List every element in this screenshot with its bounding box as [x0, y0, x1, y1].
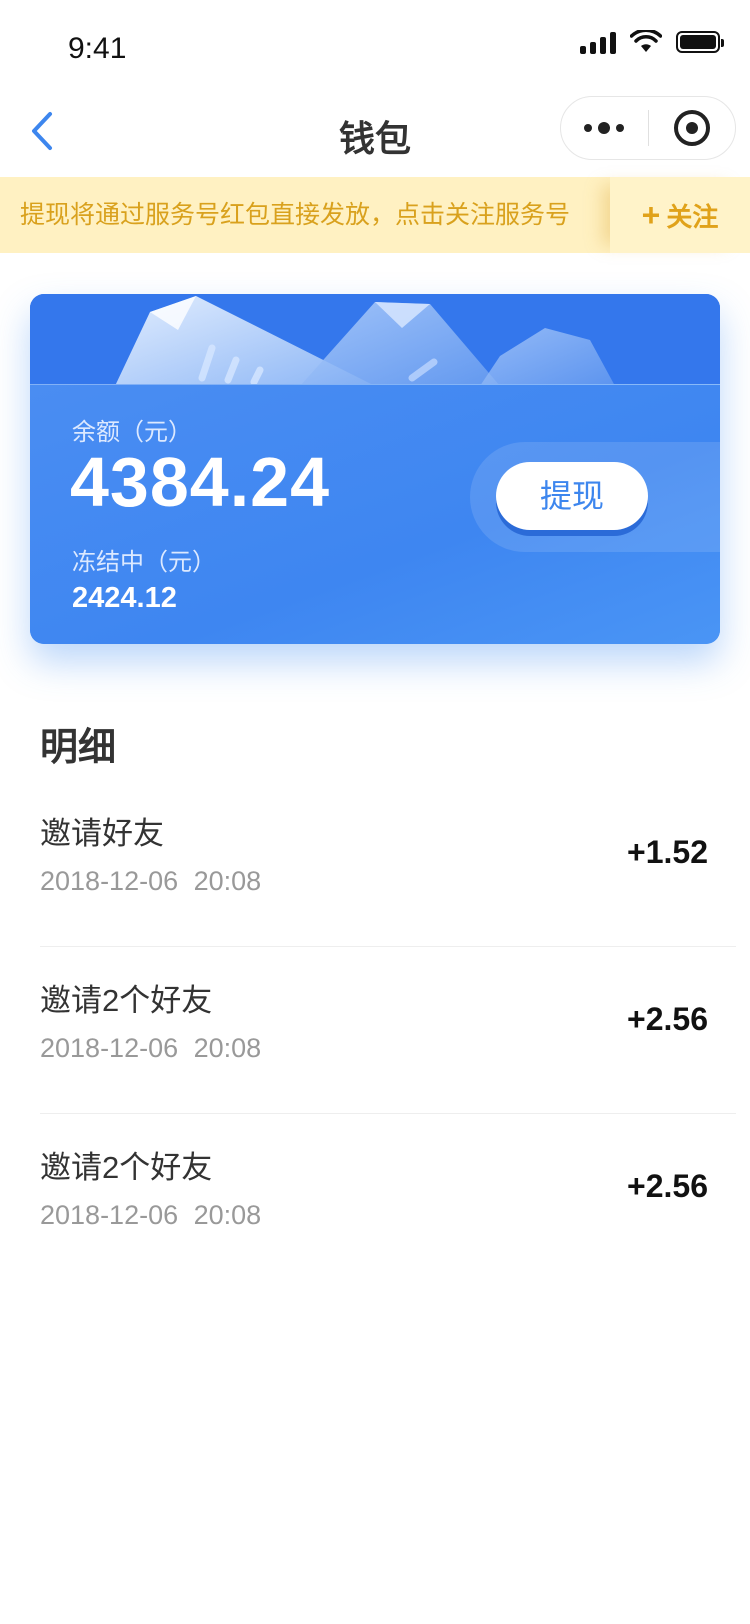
- mountain-illustration: [115, 296, 615, 386]
- follow-label: 关注: [666, 201, 719, 232]
- target-icon: [673, 110, 710, 146]
- item-name: 邀请好友: [40, 816, 164, 851]
- item-date: 2018-12-06 20:08: [40, 1033, 262, 1063]
- nav-bar: 钱包: [0, 88, 750, 178]
- item-date: 2018-12-06 20:08: [40, 866, 262, 896]
- mini-program-capsule: [560, 96, 736, 160]
- plus-icon: +: [641, 197, 661, 233]
- more-dots-icon: [584, 122, 625, 134]
- status-time: 9:41: [68, 32, 127, 65]
- close-button[interactable]: [649, 97, 736, 159]
- wallet-card: 余额（元） 4384.24 冻结中（元） 2424.12 提现: [30, 294, 720, 644]
- list-item: 邀请好友 2018-12-06 20:08 +1.52: [40, 780, 736, 947]
- item-amount: +2.56: [627, 1168, 708, 1204]
- list-item: 邀请2个好友 2018-12-06 20:08 +2.56: [40, 947, 736, 1114]
- notice-bar: 提现将通过服务号红包直接发放，点击关注服务号 + 关注: [0, 177, 750, 253]
- battery-icon: [676, 31, 724, 53]
- balance-value: 4384.24: [70, 443, 331, 521]
- frozen-value: 2424.12: [72, 582, 177, 614]
- details-title: 明细: [40, 727, 117, 769]
- item-date: 2018-12-06 20:08: [40, 1200, 262, 1230]
- follow-button[interactable]: + 关注: [610, 177, 750, 253]
- item-name: 邀请2个好友: [40, 1150, 213, 1185]
- notice-text: 提现将通过服务号红包直接发放，点击关注服务号: [20, 201, 571, 229]
- item-name: 邀请2个好友: [40, 983, 213, 1018]
- item-amount: +1.52: [627, 834, 708, 870]
- status-icons: [580, 30, 724, 54]
- more-button[interactable]: [561, 97, 648, 159]
- list-item: 邀请2个好友 2018-12-06 20:08 +2.56: [40, 1114, 736, 1280]
- withdraw-button[interactable]: 提现: [496, 462, 648, 530]
- signal-icon: [580, 30, 616, 54]
- frozen-label: 冻结中（元）: [72, 549, 216, 576]
- status-bar: 9:41: [0, 0, 750, 88]
- wifi-icon: [630, 30, 662, 52]
- details-list: 邀请好友 2018-12-06 20:08 +1.52 邀请2个好友 2018-…: [40, 780, 736, 1280]
- item-amount: +2.56: [627, 1001, 708, 1037]
